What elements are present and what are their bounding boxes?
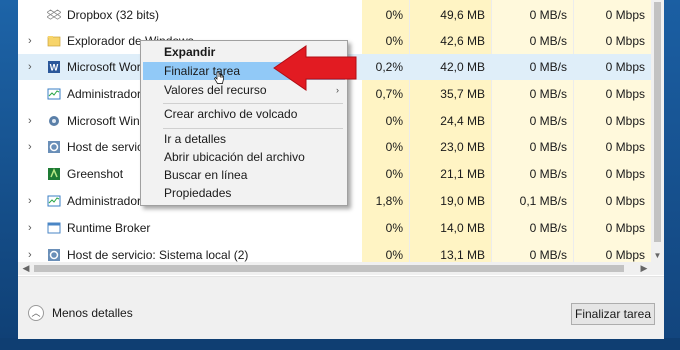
cpu-value: 0% xyxy=(385,8,403,22)
scroll-down-icon[interactable]: ▼ xyxy=(651,250,664,262)
network-value: 0 Mbps xyxy=(605,221,645,235)
vertical-scrollbar[interactable]: ▼ xyxy=(651,0,664,262)
cpu-value: 0% xyxy=(385,34,403,48)
memory-value: 24,4 MB xyxy=(440,114,485,128)
word-icon: W xyxy=(47,60,61,74)
greenshot-icon xyxy=(47,167,61,181)
cpu-value: 1,8% xyxy=(375,194,403,208)
menu-item-propiedades[interactable]: Propiedades xyxy=(143,184,345,202)
disk-value: 0 MB/s xyxy=(529,8,567,22)
process-name: Microsoft Word xyxy=(67,60,148,74)
desktop-background-right xyxy=(664,0,680,350)
cpu-value: 0,7% xyxy=(375,87,403,101)
menu-separator xyxy=(163,103,343,104)
chevron-right-icon[interactable]: › xyxy=(28,195,36,207)
memory-value: 21,1 MB xyxy=(440,167,485,181)
process-name: Runtime Broker xyxy=(67,221,151,235)
end-task-button[interactable]: Finalizar tarea xyxy=(571,303,655,325)
svg-text:W: W xyxy=(50,63,59,73)
task-manager-icon xyxy=(47,87,61,101)
chevron-right-icon[interactable]: › xyxy=(28,222,36,234)
dropbox-icon xyxy=(46,8,62,22)
disk-value: 0 MB/s xyxy=(529,140,567,154)
scrollbar-thumb[interactable] xyxy=(654,2,661,242)
window-icon xyxy=(47,221,61,235)
menu-item-buscar-en-linea[interactable]: Buscar en línea xyxy=(143,166,345,184)
cpu-value: 0% xyxy=(385,221,403,235)
disk-value: 0 MB/s xyxy=(529,34,567,48)
footer-bar: ︿ Menos detalles Finalizar tarea xyxy=(18,276,664,339)
memory-value: 23,0 MB xyxy=(440,140,485,154)
network-value: 0 Mbps xyxy=(605,140,645,154)
memory-value: 42,6 MB xyxy=(440,34,485,48)
cpu-value: 0% xyxy=(385,140,403,154)
disk-value: 0,1 MB/s xyxy=(519,194,567,208)
menu-item-abrir-ubicacion[interactable]: Abrir ubicación del archivo xyxy=(143,148,345,166)
process-row[interactable]: Dropbox (32 bits) 0% 49,6 MB 0 MB/s 0 Mbps xyxy=(18,2,664,28)
chevron-right-icon[interactable]: › xyxy=(28,61,36,73)
memory-value: 35,7 MB xyxy=(440,87,485,101)
process-name: Dropbox (32 bits) xyxy=(67,8,160,22)
network-value: 0 Mbps xyxy=(605,114,645,128)
menu-separator xyxy=(163,128,343,129)
network-value: 0 Mbps xyxy=(605,60,645,74)
disk-value: 0 MB/s xyxy=(529,60,567,74)
folder-icon xyxy=(47,34,61,48)
cpu-value: 0,2% xyxy=(375,60,403,74)
scrollbar-thumb[interactable] xyxy=(34,265,624,272)
hand-cursor-icon xyxy=(214,71,224,84)
fewer-details-label[interactable]: Menos detalles xyxy=(52,306,133,320)
disk-value: 0 MB/s xyxy=(529,167,567,181)
process-row[interactable]: › Runtime Broker 0% 14,0 MB 0 MB/s 0 Mbps xyxy=(18,215,664,241)
network-value: 0 Mbps xyxy=(605,34,645,48)
chevron-right-icon[interactable]: › xyxy=(28,249,36,261)
annotation-arrow-icon xyxy=(273,45,357,91)
process-name: Host de servicio: Sistema local (2) xyxy=(67,248,249,262)
desktop-background-bottom xyxy=(0,338,680,350)
task-manager-icon xyxy=(47,194,61,208)
network-value: 0 Mbps xyxy=(605,194,645,208)
chevron-right-icon[interactable]: › xyxy=(28,141,36,153)
memory-value: 42,0 MB xyxy=(440,60,485,74)
chevron-right-icon[interactable]: › xyxy=(28,35,36,47)
disk-value: 0 MB/s xyxy=(529,221,567,235)
desktop-background-left xyxy=(0,0,18,350)
disk-value: 0 MB/s xyxy=(529,87,567,101)
menu-item-crear-archivo-de-volcado[interactable]: Crear archivo de volcado xyxy=(143,105,345,123)
gear-icon xyxy=(47,248,61,262)
search-service-icon xyxy=(47,114,61,128)
memory-value: 19,0 MB xyxy=(440,194,485,208)
cpu-value: 0% xyxy=(385,114,403,128)
network-value: 0 Mbps xyxy=(605,8,645,22)
cpu-value: 0% xyxy=(385,167,403,181)
gear-icon xyxy=(47,140,61,154)
menu-item-ir-a-detalles[interactable]: Ir a detalles xyxy=(143,130,345,148)
disk-value: 0 MB/s xyxy=(529,114,567,128)
chevron-up-icon[interactable]: ︿ xyxy=(28,305,44,321)
memory-value: 49,6 MB xyxy=(440,8,485,22)
scroll-left-icon[interactable]: ◀ xyxy=(20,262,32,275)
horizontal-scrollbar[interactable]: ◀ ▶ xyxy=(18,262,664,275)
process-name: Greenshot xyxy=(67,167,124,181)
memory-value: 14,0 MB xyxy=(440,221,485,235)
scroll-right-icon[interactable]: ▶ xyxy=(638,262,650,275)
network-value: 0 Mbps xyxy=(605,167,645,181)
chevron-right-icon[interactable]: › xyxy=(28,115,36,127)
network-value: 0 Mbps xyxy=(605,87,645,101)
